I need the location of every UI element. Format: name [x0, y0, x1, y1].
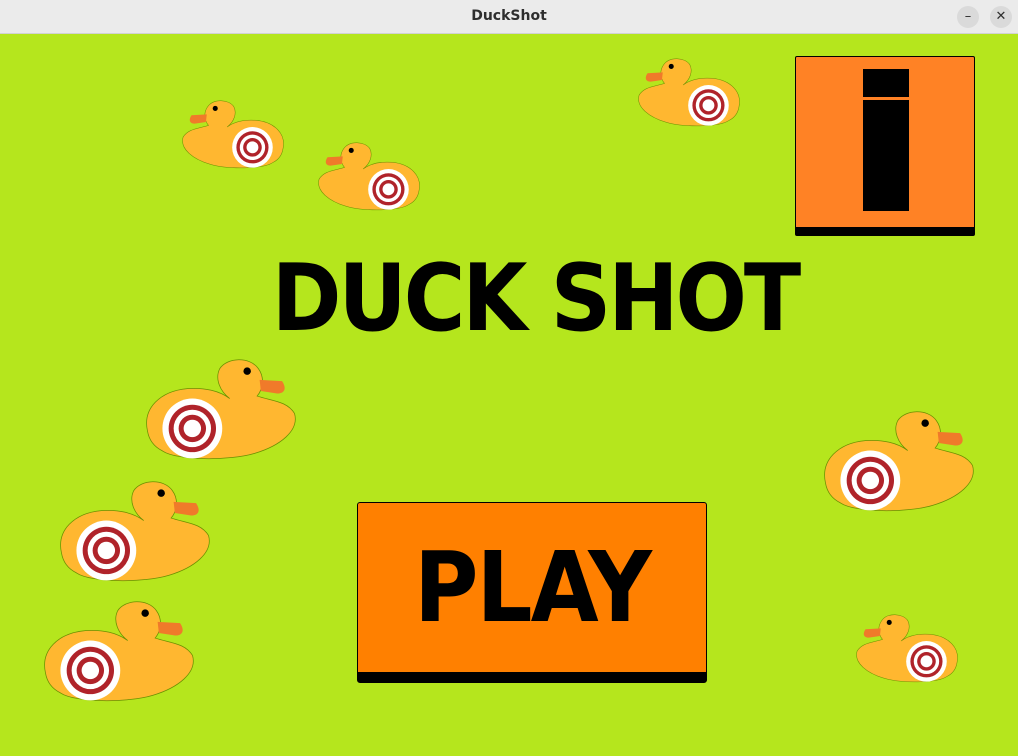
info-icon-stem [863, 100, 909, 211]
duck-target[interactable] [54, 480, 216, 586]
app-window: DuckShot – ✕ DUCK SHOT PLAY [0, 0, 1018, 756]
duck-target[interactable] [314, 140, 424, 215]
duck-target[interactable] [852, 612, 962, 687]
duck-target[interactable] [140, 358, 302, 464]
close-button[interactable]: ✕ [990, 6, 1012, 28]
duck-target[interactable] [634, 56, 744, 131]
play-button[interactable]: PLAY [357, 502, 707, 683]
window-titlebar: DuckShot – ✕ [0, 0, 1018, 34]
game-screen: DUCK SHOT PLAY [0, 34, 1018, 756]
play-button-label: PLAY [414, 531, 652, 645]
window-title: DuckShot [471, 8, 547, 24]
game-title: DUCK SHOT [271, 244, 801, 352]
duck-target[interactable] [818, 410, 980, 516]
info-button[interactable] [795, 56, 975, 236]
info-icon-dot [863, 69, 909, 97]
duck-target[interactable] [38, 600, 200, 706]
duck-target[interactable] [178, 98, 288, 173]
minimize-button[interactable]: – [957, 6, 979, 28]
